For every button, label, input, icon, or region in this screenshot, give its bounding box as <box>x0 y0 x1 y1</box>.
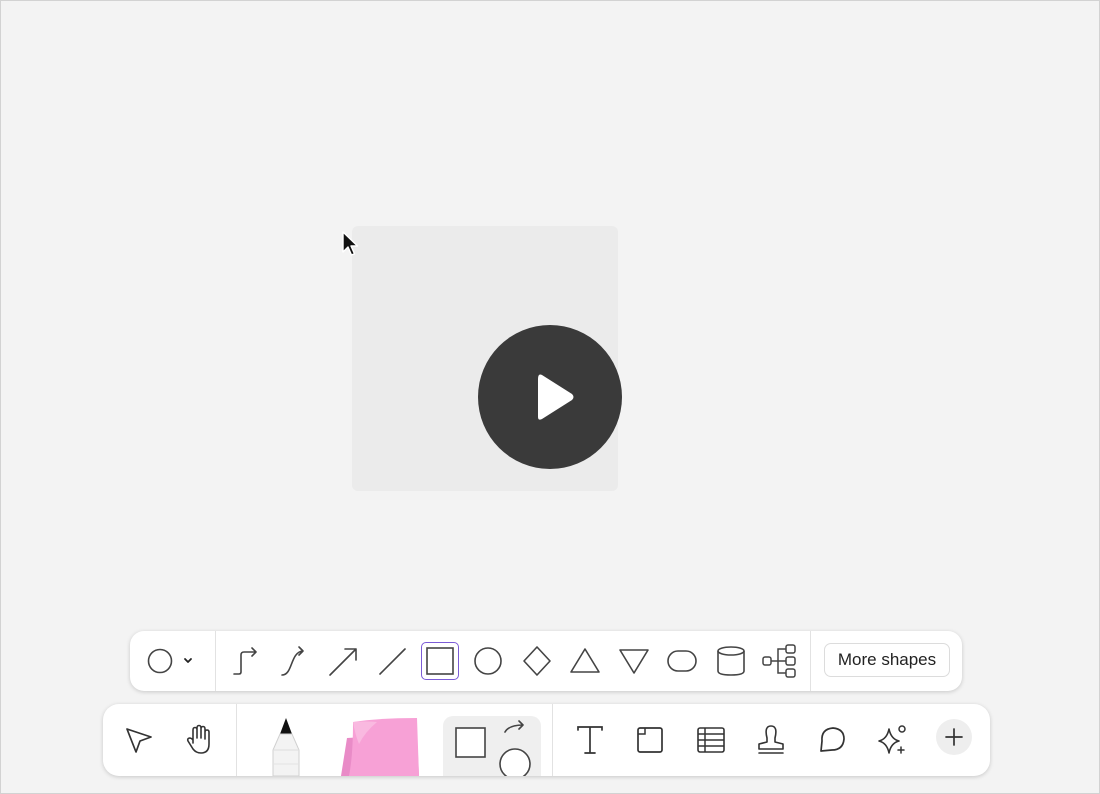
stamp-icon[interactable] <box>749 718 793 762</box>
triangle-icon[interactable] <box>565 641 605 681</box>
mouse-cursor <box>341 231 359 264</box>
rectangle-tool-button[interactable] <box>421 642 459 680</box>
rounded-rectangle-icon[interactable] <box>662 641 702 681</box>
curved-connector-icon[interactable] <box>275 641 315 681</box>
add-more-button[interactable] <box>936 719 972 755</box>
sticky-note-icon[interactable] <box>337 716 423 776</box>
circle-icon <box>147 648 173 674</box>
hand-icon[interactable] <box>177 718 221 762</box>
shape-picker-dropdown[interactable] <box>142 641 202 681</box>
divider <box>810 631 811 691</box>
play-icon <box>538 374 574 420</box>
elbow-connector-icon[interactable] <box>226 641 266 681</box>
diamond-icon[interactable] <box>517 641 557 681</box>
cylinder-icon[interactable] <box>711 641 751 681</box>
shapes-icon <box>455 720 531 776</box>
text-icon[interactable] <box>568 718 612 762</box>
rectangle-icon <box>426 647 454 675</box>
divider <box>236 704 237 776</box>
shape-toolbar: More shapes <box>130 631 962 691</box>
inverted-triangle-icon[interactable] <box>614 641 654 681</box>
table-icon[interactable] <box>689 718 733 762</box>
more-shapes-button[interactable]: More shapes <box>824 643 950 677</box>
straight-line-icon[interactable] <box>372 641 412 681</box>
flowchart-icon[interactable] <box>759 641 799 681</box>
comment-icon[interactable] <box>810 718 854 762</box>
divider <box>215 631 216 691</box>
main-toolbar <box>103 704 990 776</box>
plus-icon <box>945 728 963 746</box>
play-button[interactable] <box>478 325 622 469</box>
chevron-down-icon <box>184 658 192 663</box>
circle-icon[interactable] <box>468 641 508 681</box>
arrow-line-icon[interactable] <box>323 641 363 681</box>
section-icon[interactable] <box>628 718 672 762</box>
divider <box>552 704 553 776</box>
select-icon[interactable] <box>117 718 161 762</box>
shapes-tool-group[interactable] <box>443 716 541 776</box>
pen-icon[interactable] <box>261 716 311 776</box>
ai-sparkle-icon[interactable] <box>870 718 914 762</box>
